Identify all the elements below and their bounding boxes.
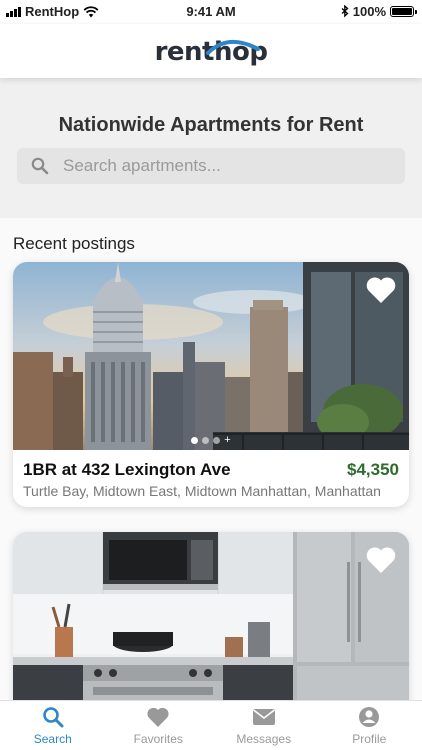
skyline-illustration <box>13 262 409 450</box>
tab-search[interactable]: Search <box>0 701 106 750</box>
city-skyline-photo[interactable]: + <box>13 262 409 450</box>
app-header: renthop <box>0 24 422 78</box>
logo-arc-icon <box>206 40 260 55</box>
heart-icon <box>147 707 169 727</box>
hero-section: Nationwide Apartments for Rent <box>0 78 422 218</box>
tab-label: Messages <box>236 732 292 746</box>
kitchen-photo[interactable] <box>13 532 409 700</box>
listing-location: Turtle Bay, Midtown East, Midtown Manhat… <box>23 483 381 499</box>
tab-bar: Search Favorites Messages Profile <box>0 700 422 750</box>
search-icon <box>42 707 64 728</box>
kitchen-illustration <box>13 532 409 700</box>
search-icon <box>31 157 49 175</box>
bluetooth-icon <box>341 5 349 18</box>
page-title: Nationwide Apartments for Rent <box>58 114 364 136</box>
section-heading: Recent postings <box>13 234 135 253</box>
envelope-icon <box>252 709 275 725</box>
renthop-logo: renthop <box>155 31 268 71</box>
tab-profile[interactable]: Profile <box>317 701 422 750</box>
listing-card[interactable]: + 1BR at 432 Lexington Ave $4,350 Turtle… <box>13 262 409 507</box>
tab-label: Profile <box>352 732 387 746</box>
listing-title: 1BR at 432 Lexington Ave <box>23 460 231 479</box>
status-bar: RentHop 9:41 AM 100% <box>0 0 422 24</box>
tab-label: Search <box>33 732 72 746</box>
battery-percent: 100% <box>352 4 386 19</box>
listing-info: 1BR at 432 Lexington Ave $4,350 Turtle B… <box>13 450 409 499</box>
person-icon <box>359 707 380 727</box>
search-input[interactable] <box>63 156 383 176</box>
favorite-heart-icon[interactable] <box>365 276 397 304</box>
tab-label: Favorites <box>133 732 183 746</box>
recent-postings-section: Recent postings + 1BR at 432 Lexington A… <box>0 218 422 700</box>
battery-icon <box>390 6 417 17</box>
status-right: 100% <box>341 4 417 19</box>
favorite-heart-icon[interactable] <box>365 546 397 574</box>
listing-price: $4,350 <box>347 460 399 479</box>
search-bar[interactable] <box>17 148 405 184</box>
listing-card[interactable] <box>13 532 409 700</box>
photo-pagination-dots[interactable]: + <box>13 435 409 446</box>
tab-favorites[interactable]: Favorites <box>106 701 212 750</box>
tab-messages[interactable]: Messages <box>211 701 317 750</box>
